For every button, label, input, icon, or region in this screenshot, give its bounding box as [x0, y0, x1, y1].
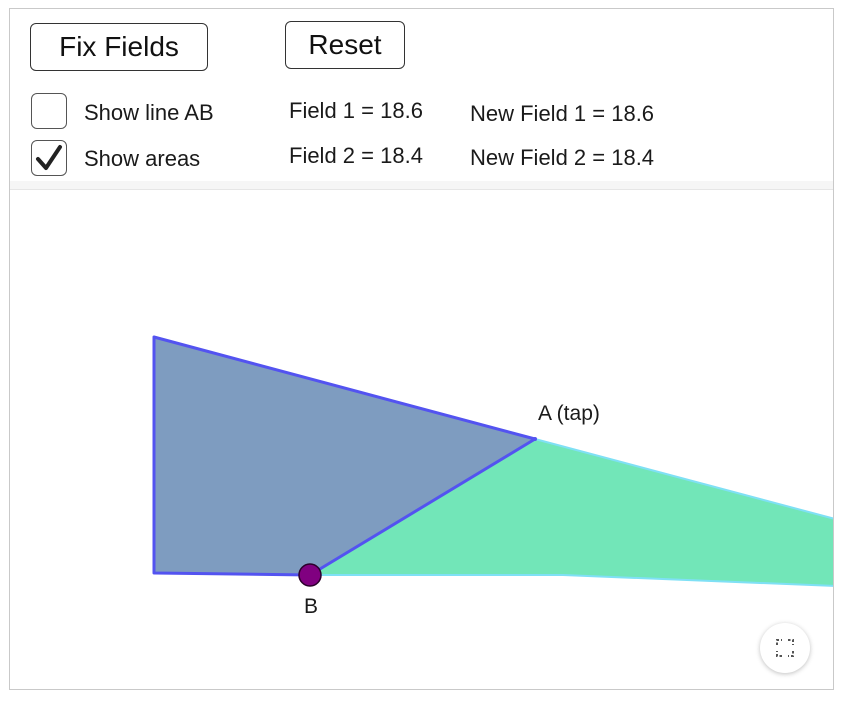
fix-fields-button[interactable]: Fix Fields [30, 23, 208, 71]
reset-button[interactable]: Reset [285, 21, 405, 69]
show-line-ab-checkbox[interactable] [31, 93, 67, 129]
show-line-ab-label: Show line AB [84, 100, 214, 125]
panel-divider [10, 181, 833, 190]
controls-panel: Fix Fields Reset Show line AB Show areas… [10, 9, 833, 182]
fullscreen-icon [776, 639, 794, 657]
field2-value: Field 2 = 18.4 [289, 143, 423, 168]
checkmark-icon [36, 145, 62, 170]
geogebra-applet: Fix Fields Reset Show line AB Show areas… [9, 8, 834, 690]
show-areas-checkbox[interactable] [31, 140, 67, 176]
point-a[interactable] [533, 437, 537, 441]
fullscreen-button[interactable] [760, 623, 810, 673]
point-b[interactable] [298, 563, 322, 587]
point-b-label: B [304, 595, 318, 618]
graphics-view[interactable]: A (tap) B [10, 190, 834, 690]
show-areas-label: Show areas [84, 146, 201, 171]
point-a-label: A (tap) [538, 402, 600, 425]
new-field2-value: New Field 2 = 18.4 [470, 145, 655, 170]
new-field1-value: New Field 1 = 18.6 [470, 101, 655, 126]
field1-value: Field 1 = 18.6 [289, 98, 423, 123]
